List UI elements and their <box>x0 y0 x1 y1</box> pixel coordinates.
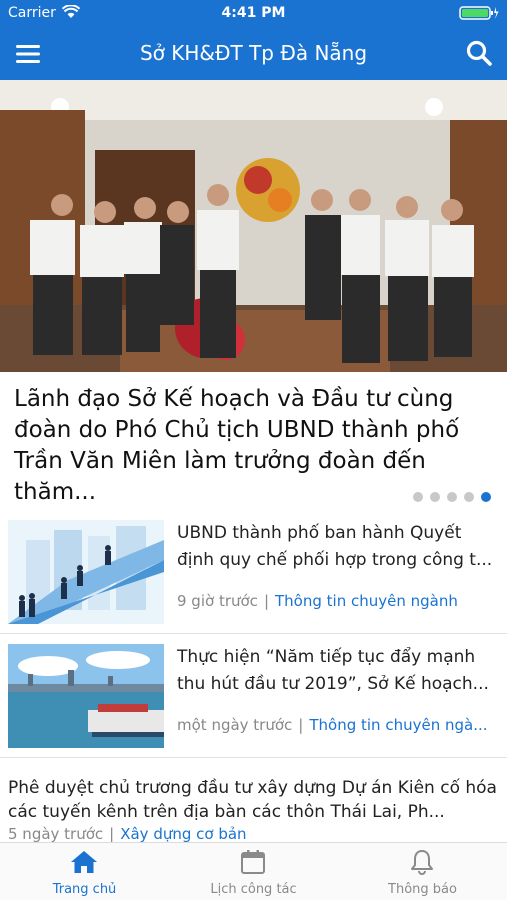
page-title: Sở KH&ĐT Tp Đà Nẵng <box>139 41 368 65</box>
news-meta: một ngày trước | Thông tin chuyên ngà... <box>177 716 503 734</box>
tab-label: Trang chủ <box>52 882 117 897</box>
news-thumbnail <box>8 644 164 748</box>
meta-separator: | <box>298 716 304 734</box>
featured-photo <box>0 80 507 372</box>
news-list-item[interactable]: Thực hiện “Năm tiếp tục đẩy mạnh thu hút… <box>0 634 507 758</box>
tab-label: Thông báo <box>388 882 457 897</box>
news-meta: 9 giờ trước | Thông tin chuyên ngành <box>177 592 503 610</box>
carousel-dots[interactable] <box>413 492 491 504</box>
calendar-icon <box>241 850 265 874</box>
app-bar: Sở KH&ĐT Tp Đà Nẵng <box>0 28 507 80</box>
featured-title[interactable]: Lãnh đạo Sở Kế hoạch và Đầu tư cùng đoàn… <box>14 384 504 508</box>
bell-icon <box>411 850 433 875</box>
home-icon <box>71 851 97 873</box>
news-title[interactable]: UBND thành phố ban hành Quyết định quy c… <box>177 520 499 574</box>
search-icon[interactable] <box>465 39 493 67</box>
featured-article[interactable]: Lãnh đạo Sở Kế hoạch và Đầu tư cùng đoàn… <box>0 80 507 510</box>
carousel-dot-active[interactable] <box>481 492 491 502</box>
news-time: 9 giờ trước <box>177 592 258 610</box>
news-meta: 5 ngày trước | Xây dựng cơ bản <box>8 825 247 843</box>
news-thumbnail <box>8 520 164 624</box>
status-bar: Carrier 4:41 PM <box>0 0 507 28</box>
meta-separator: | <box>263 592 269 610</box>
tab-home[interactable]: Trang chủ <box>0 843 169 900</box>
news-title[interactable]: Thực hiện “Năm tiếp tục đẩy mạnh thu hút… <box>177 644 499 698</box>
bottom-tab-bar: Trang chủ Lịch công tác Thông báo <box>0 842 507 900</box>
news-list-item[interactable]: Phê duyệt chủ trương đầu tư xây dựng Dự … <box>0 768 507 843</box>
news-title[interactable]: Phê duyệt chủ trương đầu tư xây dựng Dự … <box>8 776 500 824</box>
app-header: Carrier 4:41 PM Sở KH&ĐT Tp Đà Nẵng <box>0 0 507 80</box>
tab-label: Lịch công tác <box>210 882 297 897</box>
news-category-link[interactable]: Xây dựng cơ bản <box>120 825 246 843</box>
carousel-dot[interactable] <box>430 492 440 502</box>
tab-notifications[interactable]: Thông báo <box>338 843 507 900</box>
tab-schedule[interactable]: Lịch công tác <box>169 843 338 900</box>
status-time: 4:41 PM <box>221 5 286 21</box>
news-category-link[interactable]: Thông tin chuyên ngành <box>275 592 458 610</box>
news-category-link[interactable]: Thông tin chuyên ngà... <box>309 716 487 734</box>
carousel-dot[interactable] <box>413 492 423 502</box>
carousel-dot[interactable] <box>447 492 457 502</box>
carousel-dot[interactable] <box>464 492 474 502</box>
news-time: một ngày trước <box>177 716 293 734</box>
meta-separator: | <box>109 825 115 843</box>
news-time: 5 ngày trước <box>8 825 104 843</box>
news-list-item[interactable]: UBND thành phố ban hành Quyết định quy c… <box>0 510 507 634</box>
battery-icon <box>459 6 499 20</box>
